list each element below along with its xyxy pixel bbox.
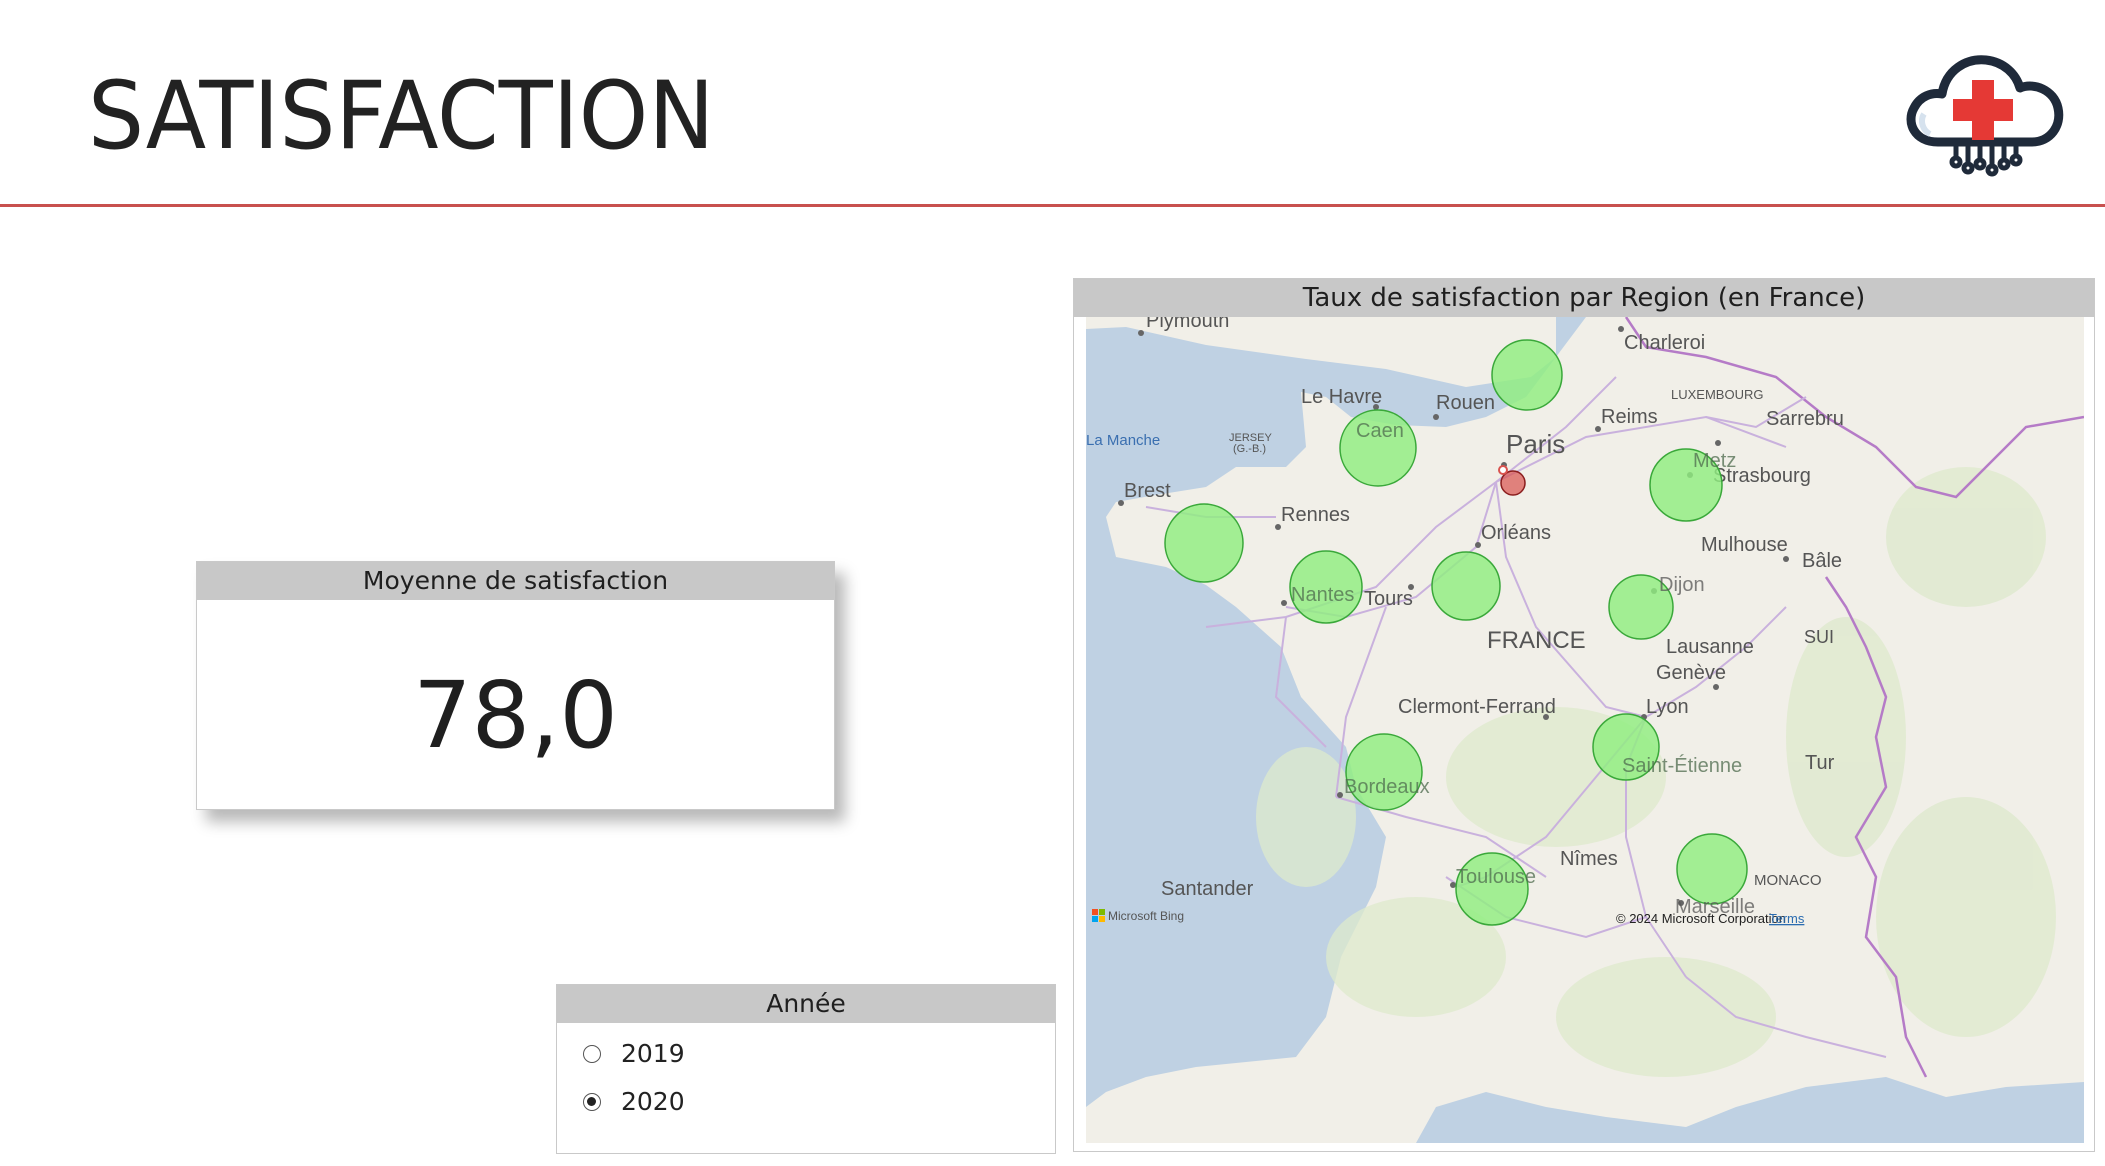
header-divider: [0, 204, 2105, 207]
map-label: Le Havre: [1301, 386, 1382, 408]
map-label: Genève: [1656, 662, 1726, 684]
map-label: Saint-Étienne: [1622, 754, 1742, 777]
map-label: Tur: [1805, 752, 1835, 774]
bing-map[interactable]: Plymouth Charleroi Le Havre Rouen JERSEY…: [1086, 317, 2084, 1143]
bubble-bretagne[interactable]: [1164, 503, 1244, 583]
kpi-value: 78,0: [413, 662, 618, 769]
map-label: SUI: [1804, 627, 1834, 647]
map-attribution-provider: Microsoft Bing: [1108, 909, 1184, 923]
map-label: Clermont-Ferrand: [1398, 696, 1556, 718]
map-label: Lyon: [1646, 696, 1689, 718]
map-label: Caen: [1356, 420, 1404, 442]
map-label: La Manche: [1086, 432, 1160, 449]
map-label: Mulhouse: [1701, 534, 1788, 556]
map-label: MONACO: [1754, 872, 1822, 889]
map-label: Santander: [1161, 878, 1254, 900]
map-label: Plymouth: [1146, 317, 1229, 332]
map-label: Bâle: [1802, 550, 1842, 572]
map-label: Paris: [1506, 429, 1565, 459]
map-label: Nîmes: [1560, 848, 1618, 870]
map-label: Dijon: [1659, 574, 1705, 596]
bubble-hauts-de-france[interactable]: [1491, 339, 1563, 411]
map-label: Charleroi: [1624, 332, 1705, 354]
page-title: SATISFACTION: [88, 62, 715, 171]
map-card-header: Taux de satisfaction par Region (en Fran…: [1074, 279, 2094, 317]
map-label: Toulouse: [1456, 866, 1536, 888]
year-option-label: 2019: [621, 1039, 685, 1068]
map-terms-link[interactable]: Terms: [1769, 911, 1805, 926]
map-label: Sarrebru: [1766, 408, 1844, 430]
map-label: Lausanne: [1666, 636, 1754, 658]
year-option-label: 2020: [621, 1087, 685, 1116]
map-label: Nantes: [1291, 584, 1354, 606]
kpi-card[interactable]: Moyenne de satisfaction 78,0: [196, 561, 835, 810]
bubble-nouvelle-aquitaine[interactable]: [1345, 733, 1423, 811]
radio-2019[interactable]: [583, 1044, 601, 1063]
bubble-centre-val-de-loire[interactable]: [1431, 551, 1501, 621]
kpi-card-header: Moyenne de satisfaction: [197, 562, 834, 600]
map-label: Metz: [1693, 450, 1736, 472]
satisfaction-map-card: Taux de satisfaction par Region (en Fran…: [1073, 278, 2095, 1152]
map-label: LUXEMBOURG: [1671, 387, 1763, 402]
year-option-2019[interactable]: 2019: [583, 1039, 685, 1068]
map-label: Orléans: [1481, 522, 1551, 544]
bubble-provence-alpes-cote-azur[interactable]: [1676, 833, 1748, 905]
year-slicer: Année 2019 2020: [556, 984, 1056, 1154]
bubble-occitanie[interactable]: [1455, 852, 1529, 926]
cloud-health-logo-icon: [1906, 55, 2064, 177]
map-label: Reims: [1601, 406, 1658, 428]
map-label: Bordeaux: [1344, 776, 1430, 798]
map-label: Brest: [1124, 480, 1171, 502]
year-slicer-header: Année: [557, 985, 1055, 1023]
map-label: FRANCE: [1487, 627, 1586, 654]
map-label: Rouen: [1436, 392, 1495, 414]
map-label: (G.-B.): [1233, 443, 1266, 455]
paris-marker-icon: [1498, 465, 1508, 475]
year-option-2020[interactable]: 2020: [583, 1087, 685, 1116]
map-label: Rennes: [1281, 504, 1350, 526]
map-label: Tours: [1364, 588, 1413, 610]
radio-2020[interactable]: [583, 1092, 601, 1111]
map-copyright: © 2024 Microsoft Corporation: [1616, 911, 1786, 926]
